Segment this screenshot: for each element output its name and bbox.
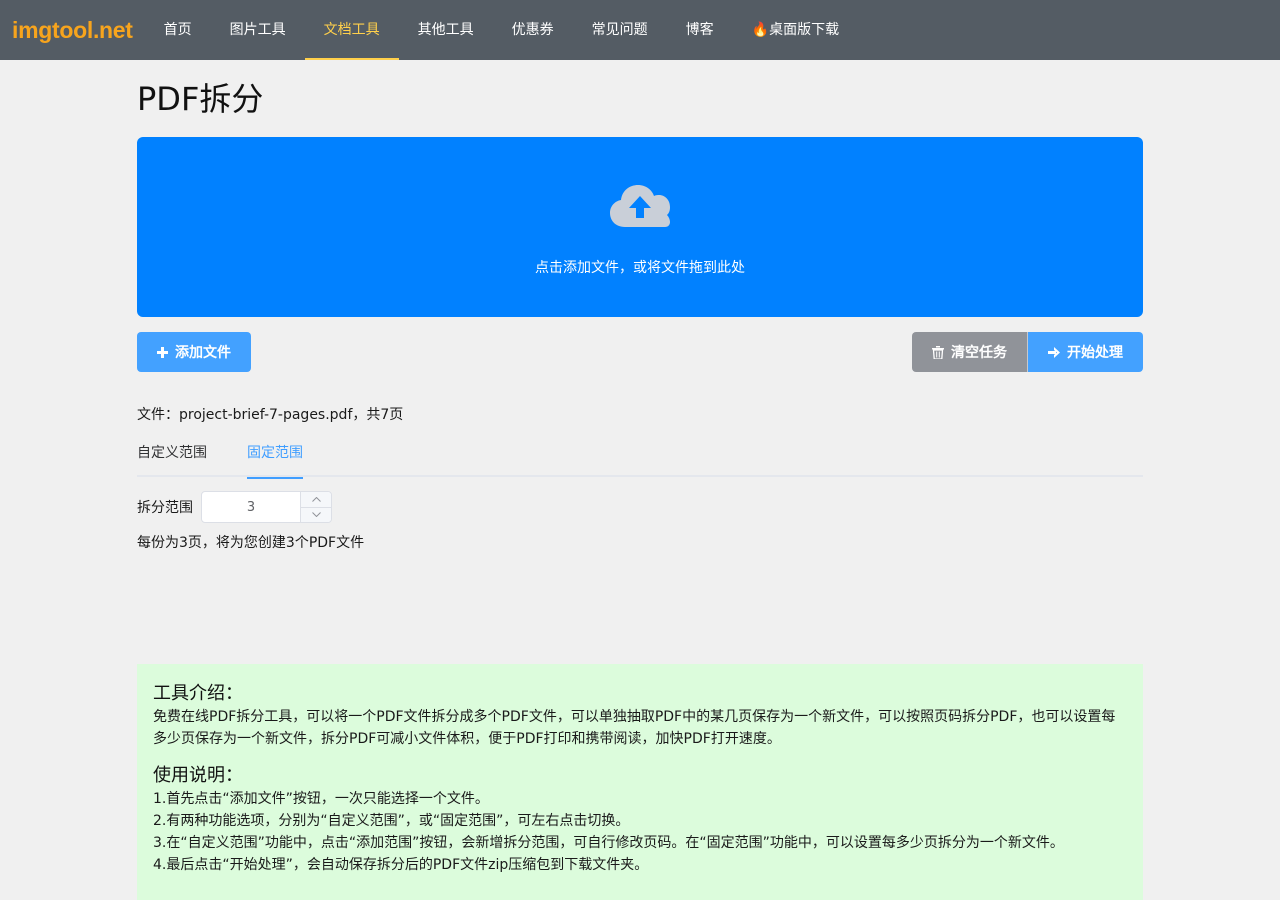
split-range-input[interactable] — [202, 492, 300, 522]
trash-icon — [932, 345, 944, 359]
stepper-arrows — [300, 492, 331, 522]
split-mode-tabs: 自定义范围 固定范围 — [137, 443, 1143, 479]
page-title: PDF拆分 — [137, 80, 264, 118]
increment-button[interactable] — [301, 492, 331, 508]
tab-fixed-range[interactable]: 固定范围 — [247, 443, 303, 479]
cloud-upload-icon — [610, 185, 670, 227]
file-info: 文件：project-brief-7-pages.pdf，共7页 — [137, 407, 404, 423]
nav-item-desktop-download[interactable]: 🔥桌面版下载 — [733, 0, 858, 60]
intro-text: 免费在线PDF拆分工具，可以将一个PDF文件拆分成多个PDF文件，可以单独抽取P… — [153, 709, 1116, 747]
start-processing-button[interactable]: 开始处理 — [1028, 332, 1143, 372]
split-range-description: 每份为3页，将为您创建3个PDF文件 — [137, 535, 365, 551]
nav-item-coupons[interactable]: 优惠券 — [493, 0, 573, 60]
chevron-down-icon — [311, 512, 321, 518]
usage-step: 4.最后点击“开始处理”，会自动保存拆分后的PDF文件zip压缩包到下载文件夹。 — [153, 857, 649, 873]
usage-title: 使用说明： — [153, 765, 243, 786]
clear-tasks-label: 清空任务 — [951, 345, 1007, 361]
usage-step: 2.有两种功能选项，分别为“自定义范围”，或“固定范围”，可左右点击切换。 — [153, 813, 630, 829]
main-content: PDF拆分 点击添加文件，或将文件拖到此处 添加文件 清空任务 开始处理 文件：… — [137, 78, 1143, 900]
add-file-label: 添加文件 — [175, 345, 231, 361]
nav-item-other-tools[interactable]: 其他工具 — [399, 0, 493, 60]
arrow-right-icon — [1048, 346, 1060, 358]
plus-icon — [157, 346, 168, 358]
nav-item-image-tools[interactable]: 图片工具 — [211, 0, 305, 60]
tab-custom-range[interactable]: 自定义范围 — [137, 443, 207, 477]
nav-item-home[interactable]: 首页 — [145, 0, 211, 60]
clear-tasks-button[interactable]: 清空任务 — [912, 332, 1028, 372]
add-file-button[interactable]: 添加文件 — [137, 332, 251, 372]
decrement-button[interactable] — [301, 508, 331, 523]
site-logo[interactable]: imgtool.net — [12, 0, 133, 60]
split-range-label: 拆分范围 — [137, 500, 193, 516]
split-range-row: 拆分范围 — [137, 491, 1143, 523]
nav-item-document-tools[interactable]: 文档工具 — [304, 0, 399, 60]
usage-step: 1.首先点击“添加文件”按钮，一次只能选择一个文件。 — [153, 791, 489, 807]
file-dropzone[interactable]: 点击添加文件，或将文件拖到此处 — [137, 137, 1143, 317]
top-nav-bar: imgtool.net 首页 图片工具 文档工具 其他工具 优惠券 常见问题 博… — [0, 0, 1280, 60]
task-button-group: 清空任务 开始处理 — [912, 332, 1143, 372]
intro-title: 工具介绍： — [153, 683, 243, 704]
action-bar: 添加文件 清空任务 开始处理 — [137, 332, 1143, 372]
main-nav: 首页 图片工具 文档工具 其他工具 优惠券 常见问题 博客 🔥桌面版下载 — [145, 0, 858, 60]
chevron-up-icon — [311, 496, 321, 502]
split-range-stepper — [201, 491, 332, 523]
start-processing-label: 开始处理 — [1067, 345, 1123, 361]
nav-item-blog[interactable]: 博客 — [667, 0, 733, 60]
usage-step: 3.在“自定义范围”功能中，点击“添加范围”按钮，会新增拆分范围，可自行修改页码… — [153, 835, 1064, 851]
nav-item-faq[interactable]: 常见问题 — [573, 0, 667, 60]
tool-intro-panel: 工具介绍： 免费在线PDF拆分工具，可以将一个PDF文件拆分成多个PDF文件，可… — [137, 664, 1143, 900]
dropzone-hint: 点击添加文件，或将文件拖到此处 — [535, 260, 745, 276]
